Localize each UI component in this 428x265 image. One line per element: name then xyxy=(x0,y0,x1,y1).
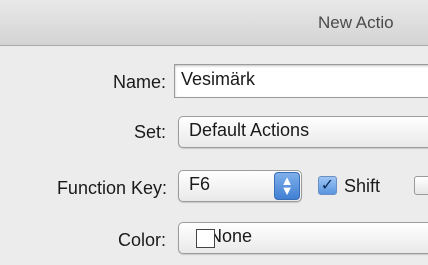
function-key-value: F6 xyxy=(189,174,211,194)
function-key-label: Function Key: xyxy=(56,178,167,198)
color-popup-value: None xyxy=(209,226,253,246)
shift-label: Shift xyxy=(344,176,381,196)
set-popup[interactable]: Default Actions xyxy=(178,116,428,148)
set-popup-value: Default Actions xyxy=(189,120,310,140)
set-label: Set: xyxy=(133,122,166,142)
shift-checkbox[interactable]: ✓ xyxy=(318,176,337,195)
name-input-value: Vesimärk xyxy=(181,69,256,89)
new-action-dialog: New Actio Name: Vesimärk Set: Default Ac… xyxy=(0,0,428,265)
color-swatch-icon xyxy=(196,229,215,248)
checkmark-icon: ✓ xyxy=(320,177,335,194)
color-label: Color: xyxy=(117,230,166,250)
color-popup[interactable]: None xyxy=(178,222,428,254)
option-checkbox[interactable] xyxy=(414,176,428,195)
title-bar: New Actio xyxy=(0,0,428,46)
name-input[interactable]: Vesimärk xyxy=(174,64,428,98)
up-down-arrows-icon[interactable]: ▲ ▼ xyxy=(274,172,300,200)
window-title: New Actio xyxy=(318,13,394,32)
name-label: Name: xyxy=(112,72,166,92)
